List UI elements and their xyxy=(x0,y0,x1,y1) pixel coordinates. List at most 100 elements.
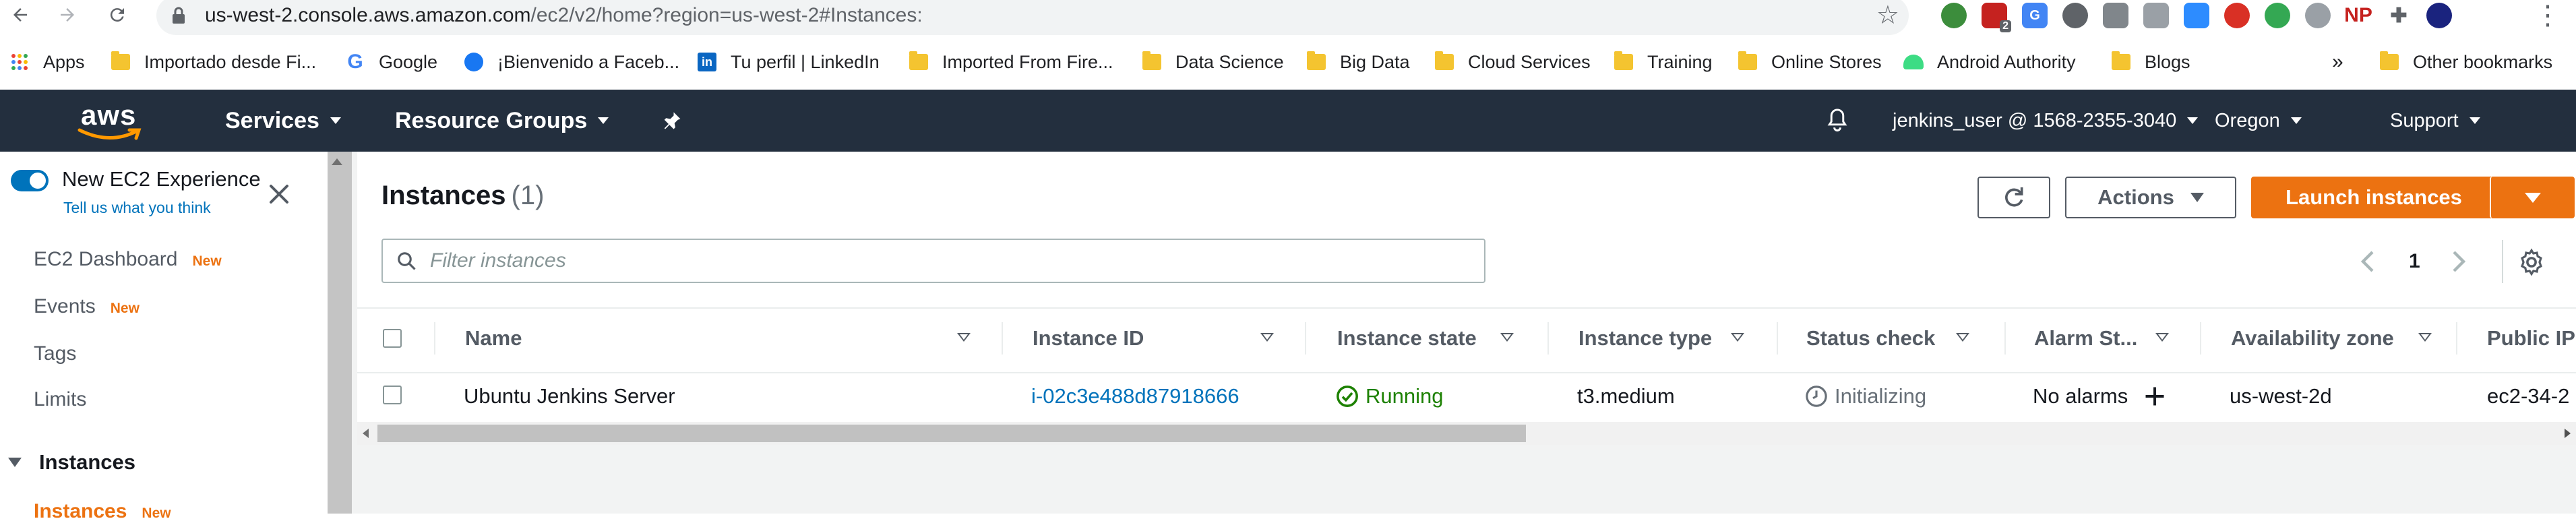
settings-gear-icon[interactable] xyxy=(2517,248,2546,276)
resource-groups-label: Resource Groups xyxy=(395,107,588,133)
column-header-label: Alarm St... xyxy=(2034,326,2138,350)
sidebar-item-limits[interactable]: Limits xyxy=(34,388,86,411)
bookmark-imported-from-firefox[interactable]: Imported From Fire... xyxy=(909,47,1113,77)
sidebar-item-tags[interactable]: Tags xyxy=(34,342,76,365)
extension-bulb-icon[interactable] xyxy=(2062,3,2088,28)
sidebar-scrollbar[interactable] xyxy=(328,152,352,514)
extensions-puzzle-icon[interactable]: ✚ xyxy=(2386,3,2412,28)
column-header-name[interactable]: Name xyxy=(465,311,977,365)
profile-avatar-icon[interactable] xyxy=(2426,3,2452,28)
page-number[interactable]: 1 xyxy=(2409,250,2420,273)
folder-icon xyxy=(1614,51,1633,70)
extension-green-circle-icon[interactable] xyxy=(2265,3,2290,28)
scroll-up-arrow-icon[interactable] xyxy=(332,158,342,165)
bookmark-big-data[interactable]: Big Data xyxy=(1306,47,1410,77)
actions-button[interactable]: Actions xyxy=(2065,177,2236,218)
select-all-checkbox[interactable] xyxy=(383,329,402,348)
table-horizontal-scrollbar[interactable] xyxy=(357,422,2576,445)
bookmark-cloud-services[interactable]: Cloud Services xyxy=(1434,47,1591,77)
sidebar-item-instances[interactable]: Instances New xyxy=(34,500,171,523)
cell-status-check: Initializing xyxy=(1805,376,1926,417)
bookmark-importado[interactable]: Importado desde Fi... xyxy=(111,47,316,77)
services-label: Services xyxy=(225,107,319,133)
column-header-availability-zone[interactable]: Availability zone xyxy=(2231,311,2433,365)
add-alarm-plus-icon[interactable] xyxy=(2143,384,2167,408)
sidebar-section-instances[interactable]: Instances xyxy=(8,450,135,474)
scroll-left-arrow-icon[interactable] xyxy=(363,429,369,438)
bookmark-label: Tu perfil | LinkedIn xyxy=(731,51,880,72)
column-separator xyxy=(2456,322,2457,355)
chevron-down-icon xyxy=(2469,117,2480,124)
sidebar-item-label: Events xyxy=(34,295,96,317)
filter-funnel-icon[interactable] xyxy=(957,333,971,342)
extension-zoom-icon[interactable] xyxy=(2184,3,2209,28)
forward-arrow-icon[interactable] xyxy=(53,0,82,30)
filter-funnel-icon[interactable] xyxy=(2418,333,2432,342)
bookmark-data-science[interactable]: Data Science xyxy=(1142,47,1284,77)
sidebar-item-ec2-dashboard[interactable]: EC2 Dashboard New xyxy=(34,248,222,271)
url-text: us-west-2.console.aws.amazon.com/ec2/v2/… xyxy=(205,4,923,27)
bookmark-facebook[interactable]: ¡Bienvenido a Faceb... xyxy=(464,47,679,77)
filter-funnel-icon[interactable] xyxy=(2155,333,2169,342)
column-header-alarm-status[interactable]: Alarm St... xyxy=(2034,311,2185,365)
column-header-instance-id[interactable]: Instance ID xyxy=(1033,311,1282,365)
chevron-left-icon[interactable] xyxy=(2359,249,2375,274)
pin-icon[interactable] xyxy=(662,90,682,152)
bookmark-online-stores[interactable]: Online Stores xyxy=(1738,47,1882,77)
row-checkbox[interactable] xyxy=(383,386,402,404)
aws-smile-icon xyxy=(78,128,142,140)
extension-globe-icon[interactable] xyxy=(1941,3,1967,28)
filter-funnel-icon[interactable] xyxy=(1500,333,1514,342)
close-icon[interactable] xyxy=(266,181,293,208)
bookmark-linkedin[interactable]: in Tu perfil | LinkedIn xyxy=(697,47,880,77)
column-header-instance-state[interactable]: Instance state xyxy=(1337,311,1519,365)
extension-translate-icon[interactable]: G xyxy=(2022,3,2048,28)
resource-groups-menu[interactable]: Resource Groups xyxy=(395,90,609,152)
bookmark-training[interactable]: Training xyxy=(1614,47,1713,77)
new-experience-toggle[interactable] xyxy=(11,170,49,191)
chevron-right-icon[interactable] xyxy=(2451,249,2467,274)
services-menu[interactable]: Services xyxy=(225,90,341,152)
filter-instances-input[interactable]: Filter instances xyxy=(381,239,1485,283)
extension-window-icon[interactable] xyxy=(2143,3,2169,28)
bookmark-apps[interactable]: Apps xyxy=(9,47,85,77)
column-header-public-ip[interactable]: Public IP xyxy=(2487,311,2576,365)
column-header-instance-type[interactable]: Instance type xyxy=(1578,311,1754,365)
back-arrow-icon[interactable] xyxy=(5,0,35,30)
aws-console-header: aws Services Resource Groups jenkins_use… xyxy=(0,90,2576,152)
bookmarks-overflow-chevron-icon[interactable]: » xyxy=(2332,47,2343,77)
support-menu[interactable]: Support xyxy=(2390,90,2480,152)
column-header-label: Status check xyxy=(1806,326,1936,350)
bookmark-label: ¡Bienvenido a Faceb... xyxy=(497,51,680,72)
extension-record-icon[interactable] xyxy=(2224,3,2250,28)
column-header-status-check[interactable]: Status check xyxy=(1806,311,1982,365)
launch-instances-dropdown[interactable] xyxy=(2490,177,2575,218)
cell-instance-id[interactable]: i-02c3e488d87918666 xyxy=(1031,376,1239,417)
sidebar-section-label: Instances xyxy=(39,450,136,474)
address-bar[interactable]: us-west-2.console.aws.amazon.com/ec2/v2/… xyxy=(156,0,1909,35)
tell-us-link[interactable]: Tell us what you think xyxy=(63,199,211,217)
extension-mail-icon[interactable]: 2 xyxy=(1982,3,2011,32)
bookmark-google[interactable]: G Google xyxy=(345,47,437,77)
bookmark-android-authority[interactable]: Android Authority xyxy=(1903,47,2076,77)
refresh-button[interactable] xyxy=(1977,177,2050,218)
filter-funnel-icon[interactable] xyxy=(1731,333,1744,342)
extension-gray-circle-icon[interactable] xyxy=(2305,3,2331,28)
aws-logo[interactable]: aws xyxy=(77,98,144,142)
bookmark-star-icon[interactable]: ☆ xyxy=(1876,0,1899,30)
filter-funnel-icon[interactable] xyxy=(1956,333,1969,342)
browser-menu-icon[interactable]: ⋮ xyxy=(2534,0,2561,31)
sidebar-item-events[interactable]: Events New xyxy=(34,295,140,318)
account-menu[interactable]: jenkins_user @ 1568-2355-3040 xyxy=(1893,90,2199,152)
extension-pocket-icon[interactable] xyxy=(2103,3,2128,28)
bookmark-other-bookmarks[interactable]: Other bookmarks xyxy=(2379,47,2552,77)
region-menu[interactable]: Oregon xyxy=(2215,90,2302,152)
reload-icon[interactable] xyxy=(102,0,132,30)
launch-instances-button[interactable]: Launch instances xyxy=(2251,177,2496,218)
scroll-right-arrow-icon[interactable] xyxy=(2565,429,2571,438)
filter-funnel-icon[interactable] xyxy=(1260,333,1274,342)
extension-np-icon[interactable]: NP xyxy=(2344,3,2372,28)
notifications-bell-icon[interactable] xyxy=(1825,90,1849,152)
scrollbar-thumb[interactable] xyxy=(377,425,1526,442)
bookmark-blogs[interactable]: Blogs xyxy=(2111,47,2190,77)
